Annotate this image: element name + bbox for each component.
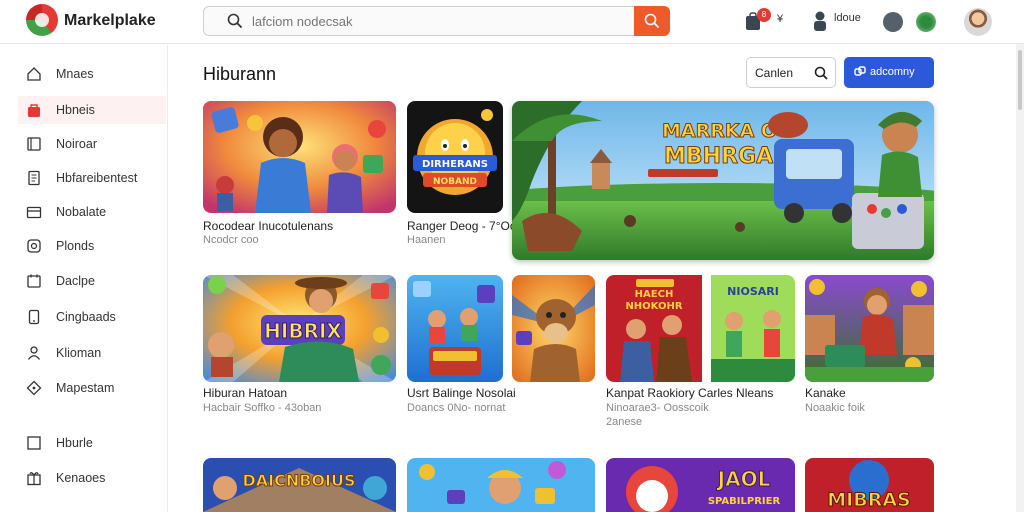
book-icon (27, 137, 41, 151)
game-thumbnail[interactable] (512, 275, 595, 382)
game-subtitle: Ncodcr coo (203, 234, 259, 246)
search-button[interactable] (634, 6, 670, 36)
game-thumbnail[interactable]: MIBRAS (805, 458, 934, 512)
sidebar-item-label: Mapestam (56, 381, 115, 395)
home-icon (27, 67, 41, 81)
search-icon (227, 13, 243, 29)
sidebar: Mnaes Hbneis Noiroar Hbfareibentest Noba… (0, 45, 168, 512)
game-subtitle: Noaakic foik (805, 402, 865, 414)
art-text: DIRHERANS (422, 159, 488, 170)
search-input[interactable] (252, 11, 612, 31)
settings-icon[interactable] (883, 12, 903, 32)
art-text: HAECH (635, 289, 674, 300)
sidebar-item-9[interactable]: Mapestam (18, 374, 166, 402)
art-text: MBHRGAI (664, 144, 781, 169)
sidebar-item-6[interactable]: Daclpe (18, 267, 166, 295)
bag-icon (28, 104, 40, 117)
sidebar-item-label: Noiroar (56, 137, 97, 151)
sidebar-item-label: Daclpe (56, 274, 95, 288)
logo-icon[interactable] (26, 4, 58, 36)
game-thumbnail[interactable] (203, 101, 396, 213)
sidebar-item-label: Hbneis (56, 103, 95, 117)
art-text: MIBRAS (827, 489, 910, 511)
scrollbar[interactable] (1016, 44, 1024, 512)
game-title[interactable]: Hiburan Hatoan (203, 386, 287, 400)
clock-icon (27, 239, 41, 253)
art-text: NHOKOHR (625, 301, 682, 312)
sidebar-item-label: Hburle (56, 436, 93, 450)
sidebar-item-8[interactable]: Klioman (18, 339, 166, 367)
sidebar-item-10[interactable]: Hburle (18, 429, 166, 457)
game-thumbnail[interactable]: HIBRIX (203, 275, 396, 382)
link-icon (854, 66, 866, 76)
user-icon[interactable] (812, 10, 828, 32)
game-thumbnail[interactable] (407, 275, 503, 382)
art-text: SPABILPRIER (708, 496, 781, 507)
art-text: NIOSARI (727, 285, 779, 298)
sidebar-item-1[interactable]: Hbneis (18, 96, 166, 124)
sidebar-item-label: Cingbaads (56, 310, 116, 324)
game-subtitle: Haanen (407, 234, 446, 246)
sidebar-item-label: Mnaes (56, 67, 94, 81)
art-text: NOBAND (433, 177, 477, 187)
search-icon (814, 66, 828, 80)
primary-button[interactable]: adcomny (844, 57, 934, 88)
square-icon (27, 436, 41, 450)
sidebar-item-label: Plonds (56, 239, 95, 253)
sidebar-item-label: Nobalate (56, 205, 107, 219)
genre-button[interactable]: Canlen (746, 57, 836, 88)
game-thumbnail[interactable] (805, 275, 934, 382)
card-icon (26, 206, 42, 219)
cart-badge: 8 (757, 8, 771, 22)
art-text: HIBRIX (264, 319, 342, 343)
scrollbar-thumb[interactable] (1018, 50, 1022, 110)
search-box (203, 6, 635, 36)
page-title: Hiburann (203, 64, 277, 84)
account-label[interactable]: ldoue (834, 12, 861, 24)
art-text: JAOL (716, 467, 771, 491)
sidebar-item-3[interactable]: Hbfareibentest (18, 164, 166, 192)
game-subtitle: Doancs 0No- nornat (407, 402, 506, 414)
sidebar-item-label: Klioman (56, 346, 102, 360)
game-title[interactable]: Usrt Balinge Nosolai (407, 386, 516, 400)
search-icon (644, 13, 660, 29)
featured-banner[interactable]: MARRKA OY MBHRGAI (512, 101, 934, 260)
cart-label: ¥ (777, 13, 784, 25)
game-subtitle: Hacbair Soffko - 43oban (203, 402, 322, 414)
sidebar-item-label: Hbfareibentest (56, 171, 138, 185)
sidebar-item-0[interactable]: Mnaes (18, 60, 166, 88)
brand-name[interactable]: Markelplake (64, 12, 156, 30)
top-bar: Markelplake 8 ¥ ldoue (0, 0, 1024, 44)
genre-button-label: Canlen (755, 66, 794, 80)
game-title[interactable]: Rocodear Inucotulenans (203, 219, 333, 233)
game-title[interactable]: Kanpat Raokiory Carles Nleans (606, 386, 773, 400)
document-icon (28, 170, 40, 186)
status-dot-icon[interactable] (916, 12, 936, 32)
sidebar-item-11[interactable]: Kenaoes (18, 464, 166, 492)
tag-icon (26, 380, 42, 396)
game-title[interactable]: Kanake (805, 386, 846, 400)
sidebar-item-2[interactable]: Noiroar (18, 130, 166, 158)
art-text: DAICNBOIUS (242, 471, 355, 490)
game-thumbnail[interactable]: JAOL SPABILPRIER (606, 458, 795, 512)
gift-icon (27, 472, 41, 486)
game-thumbnail[interactable]: DIRHERANS NOBAND (407, 101, 503, 213)
calendar-icon (27, 274, 41, 288)
game-thumbnail[interactable]: DAICNBOIUS (203, 458, 396, 512)
game-thumbnail[interactable] (407, 458, 595, 512)
person-icon (27, 346, 41, 360)
game-subtitle: 2anese (606, 416, 643, 428)
avatar[interactable] (964, 8, 992, 36)
sidebar-item-4[interactable]: Nobalate (18, 198, 166, 226)
primary-button-label: adcomny (870, 66, 915, 78)
game-thumbnail[interactable]: HAECH NHOKOHR NIOSARI (606, 275, 795, 382)
sidebar-item-7[interactable]: Cingbaads (18, 303, 166, 331)
sidebar-item-5[interactable]: Plonds (18, 232, 166, 260)
game-subtitle: Ninoarae3- Oosscoik (606, 402, 709, 414)
game-title[interactable]: Ranger Deog - 7°Oc (407, 219, 516, 233)
sidebar-item-label: Kenaoes (56, 471, 106, 485)
phone-icon (28, 309, 40, 325)
